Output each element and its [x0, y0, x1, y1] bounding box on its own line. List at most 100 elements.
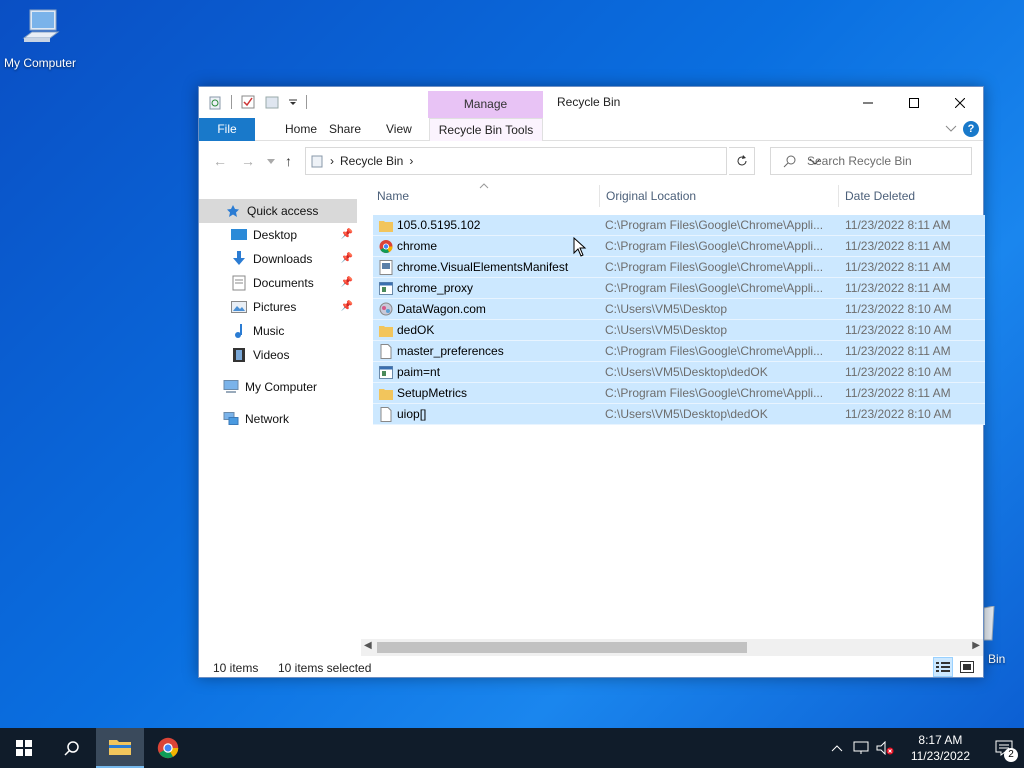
file-date-deleted: 11/23/2022 8:11 AM: [845, 344, 951, 358]
help-icon[interactable]: ?: [963, 121, 979, 137]
table-row[interactable]: uiop[] C:\Users\VM5\Desktop\dedOK 11/23/…: [373, 404, 985, 425]
tab-share[interactable]: Share: [317, 118, 373, 141]
file-name: chrome: [397, 239, 438, 253]
desktop-folder-icon: [231, 227, 247, 243]
recycle-bin-icon: [311, 155, 323, 168]
table-row[interactable]: dedOK C:\Users\VM5\Desktop 11/23/2022 8:…: [373, 320, 985, 341]
file-name: 105.0.5195.102: [397, 218, 481, 232]
back-arrow-icon[interactable]: ←: [213, 153, 227, 169]
sidebar-item-music[interactable]: Music: [199, 319, 357, 343]
scrollbar-thumb[interactable]: [377, 642, 747, 653]
up-arrow-icon[interactable]: ↑: [285, 153, 292, 169]
file-original-location: C:\Program Files\Google\Chrome\Appli...: [605, 260, 824, 274]
table-row[interactable]: 105.0.5195.102 C:\Program Files\Google\C…: [373, 215, 985, 236]
sidebar-item-quick-access[interactable]: Quick access: [199, 199, 357, 223]
volume-button[interactable]: [873, 741, 897, 755]
tab-view[interactable]: View: [374, 118, 424, 141]
address-bar[interactable]: › Recycle Bin ›: [305, 147, 821, 175]
taskbar-clock[interactable]: 8:17 AM 11/23/2022: [897, 732, 984, 764]
horizontal-scrollbar[interactable]: ◀ ▶: [361, 639, 983, 656]
maximize-button[interactable]: [891, 87, 937, 118]
new-folder-icon[interactable]: [264, 94, 280, 110]
forward-arrow-icon[interactable]: →: [241, 153, 255, 169]
column-header-name[interactable]: Name: [377, 189, 409, 203]
table-row[interactable]: chrome C:\Program Files\Google\Chrome\Ap…: [373, 236, 985, 257]
network-status-button[interactable]: [849, 741, 873, 755]
desktop-my-computer[interactable]: My Computer: [2, 8, 78, 70]
tab-recycle-bin-tools[interactable]: Recycle Bin Tools: [429, 118, 543, 141]
pin-icon[interactable]: 📌: [341, 229, 353, 240]
star-icon: [225, 203, 241, 219]
scroll-left-icon[interactable]: ◀: [364, 640, 372, 651]
sidebar-item-desktop[interactable]: Desktop 📌: [199, 223, 357, 247]
file-original-location: C:\Program Files\Google\Chrome\Appli...: [605, 239, 824, 253]
view-switcher: [933, 657, 977, 677]
scroll-right-icon[interactable]: ▶: [972, 640, 980, 651]
expand-ribbon-icon[interactable]: [945, 122, 957, 134]
breadcrumb-separator[interactable]: ›: [409, 154, 413, 168]
pictures-icon: [231, 299, 247, 315]
desktop-recycle-bin-partial[interactable]: Bin: [984, 606, 1005, 666]
details-view-button[interactable]: [933, 657, 953, 677]
search-icon: [64, 741, 79, 756]
maximize-icon: [909, 97, 919, 108]
large-icons-view-button[interactable]: [957, 657, 977, 677]
window-title: Recycle Bin: [557, 95, 621, 109]
table-row[interactable]: DataWagon.com C:\Users\VM5\Desktop 11/23…: [373, 299, 985, 320]
com-file-icon: [379, 302, 393, 316]
action-center-button[interactable]: 2: [984, 740, 1024, 762]
file-date-deleted: 11/23/2022 8:11 AM: [845, 260, 951, 274]
search-icon: [783, 155, 796, 168]
sidebar-item-videos[interactable]: Videos: [199, 343, 357, 367]
recent-locations-icon[interactable]: [267, 159, 275, 165]
computer-icon: [22, 9, 60, 42]
file-original-location: C:\Users\VM5\Desktop\dedOK: [605, 365, 768, 379]
sidebar-item-network[interactable]: Network: [199, 407, 357, 431]
close-button[interactable]: [937, 87, 983, 118]
column-divider[interactable]: [838, 185, 839, 207]
close-icon: [955, 97, 965, 108]
tab-manage[interactable]: Manage: [428, 91, 543, 118]
sidebar-item-downloads[interactable]: Downloads 📌: [199, 247, 357, 271]
folder-icon: [379, 389, 393, 400]
selected-count: 10 items selected: [278, 661, 372, 675]
breadcrumb-separator[interactable]: ›: [330, 154, 334, 168]
network-icon: [223, 411, 239, 427]
pin-icon[interactable]: 📌: [341, 253, 353, 264]
computer-icon: [223, 379, 239, 395]
chevron-up-icon: [831, 745, 843, 752]
column-divider[interactable]: [599, 185, 600, 207]
taskbar-file-explorer[interactable]: [96, 728, 144, 768]
table-row[interactable]: chrome.VisualElementsManifest C:\Program…: [373, 257, 985, 278]
taskbar: 8:17 AM 11/23/2022 2: [0, 728, 1024, 768]
exe-file-icon: [379, 282, 393, 295]
sidebar-item-pictures[interactable]: Pictures 📌: [199, 295, 357, 319]
search-input[interactable]: Search Recycle Bin: [770, 147, 972, 175]
column-header-date-deleted[interactable]: Date Deleted: [845, 189, 915, 203]
item-count: 10 items: [213, 661, 259, 675]
breadcrumb[interactable]: Recycle Bin: [340, 154, 403, 168]
chrome-icon: [379, 240, 393, 253]
minimize-button[interactable]: [845, 87, 891, 118]
file-name: paim=nt: [397, 365, 441, 379]
column-header-original-location[interactable]: Original Location: [606, 189, 696, 203]
clock-date: 11/23/2022: [910, 749, 970, 763]
sidebar-item-documents[interactable]: Documents 📌: [199, 271, 357, 295]
network-icon: [853, 741, 869, 754]
table-row[interactable]: paim=nt C:\Users\VM5\Desktop\dedOK 11/23…: [373, 362, 985, 383]
show-hidden-icons-button[interactable]: [825, 744, 849, 752]
properties-icon[interactable]: [240, 94, 256, 110]
table-row[interactable]: SetupMetrics C:\Program Files\Google\Chr…: [373, 383, 985, 404]
taskbar-chrome[interactable]: [144, 728, 192, 768]
refresh-button[interactable]: [729, 147, 755, 175]
table-row[interactable]: master_preferences C:\Program Files\Goog…: [373, 341, 985, 362]
sidebar-item-my-computer[interactable]: My Computer: [199, 375, 357, 399]
search-button[interactable]: [48, 728, 96, 768]
customize-toolbar-icon[interactable]: [288, 94, 298, 110]
pin-icon[interactable]: 📌: [341, 301, 353, 312]
tab-file[interactable]: File: [199, 118, 255, 141]
pin-icon[interactable]: 📌: [341, 277, 353, 288]
exe-file-icon: [379, 366, 393, 379]
start-button[interactable]: [0, 728, 48, 768]
table-row[interactable]: chrome_proxy C:\Program Files\Google\Chr…: [373, 278, 985, 299]
